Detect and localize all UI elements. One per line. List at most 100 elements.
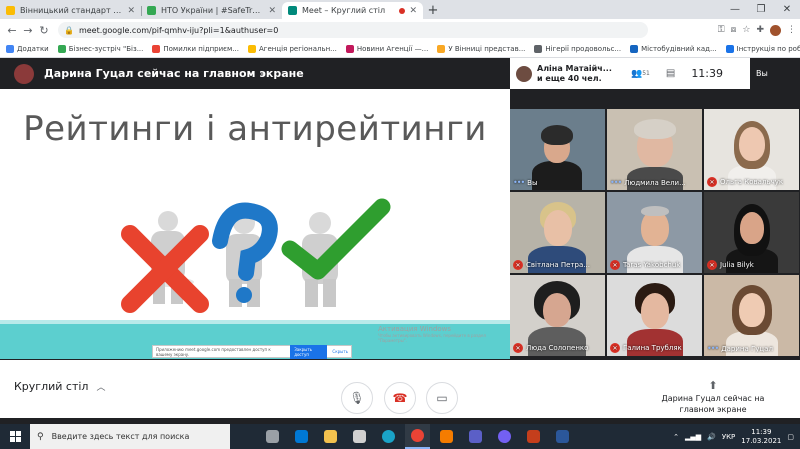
meeting-details-button[interactable]: Круглий стіл ︿ bbox=[14, 380, 105, 393]
bookmark-icon bbox=[725, 45, 734, 53]
bookmark-mistakes[interactable]: Помилки підприєм... bbox=[152, 45, 239, 53]
reload-icon[interactable]: ↻ bbox=[36, 24, 52, 37]
browser-tab-strip: Вінницький стандарт гостинності ✕ НТО Ук… bbox=[0, 0, 800, 19]
bookmark-apps[interactable]: Додатки bbox=[6, 45, 49, 53]
camera-icon: ▭ bbox=[436, 391, 448, 405]
people-button[interactable]: 👥 51 bbox=[631, 69, 650, 79]
present-now-button[interactable]: ⬆ Дарина Гуцал сейчас на главном экране bbox=[648, 380, 778, 415]
network-icon[interactable]: ▂▄▆ bbox=[685, 433, 701, 441]
bookmark-regional-agency[interactable]: Агенція регіональн... bbox=[247, 45, 337, 53]
tab-nto-ukraine[interactable]: НТО України | #SafeTravels | Ком ✕ bbox=[141, 2, 282, 19]
key-icon[interactable]: ⚿ bbox=[718, 25, 725, 35]
new-tab-button[interactable]: + bbox=[423, 2, 443, 19]
bookmark-icon bbox=[534, 45, 543, 53]
tab-meet[interactable]: Meet – Круглий стіл ✕ bbox=[282, 2, 423, 19]
clock[interactable]: 11:39 17.03.2021 bbox=[741, 428, 781, 446]
speaking-indicator-icon: ••• bbox=[610, 178, 622, 187]
hang-up-icon: ☎ bbox=[392, 391, 408, 405]
window-controls: — ❐ ✕ bbox=[722, 0, 800, 19]
people-icon: 👥 bbox=[631, 68, 643, 79]
figure-cross bbox=[121, 211, 209, 313]
star-icon[interactable]: ☆ bbox=[742, 25, 750, 35]
microphone-icon: 🎙 bbox=[349, 391, 365, 405]
menu-icon[interactable]: ⋮ bbox=[787, 25, 796, 35]
mail-icon bbox=[353, 430, 366, 443]
language-indicator[interactable]: УКР bbox=[722, 433, 735, 441]
speaking-indicator-icon: ••• bbox=[707, 344, 719, 353]
maximize-icon[interactable]: ❐ bbox=[748, 0, 774, 19]
bookmark-cadastre[interactable]: Містобудівний кад... bbox=[630, 45, 717, 53]
bookmark-nigeria[interactable]: Нігерії продовольс... bbox=[534, 45, 621, 53]
hide-notice-link[interactable]: Скрыть bbox=[332, 349, 348, 354]
tab-favicon-icon bbox=[6, 6, 15, 15]
taskbar-viber[interactable] bbox=[492, 424, 517, 449]
taskbar-explorer[interactable] bbox=[318, 424, 343, 449]
bookmark-vinnytsia[interactable]: У Вінниці представ... bbox=[437, 45, 525, 53]
start-button[interactable] bbox=[0, 424, 30, 449]
participant-tile[interactable]: ••• Людмила Вели... bbox=[607, 109, 702, 190]
chat-icon[interactable]: ▤ bbox=[666, 68, 675, 79]
action-center-icon[interactable]: ▢ bbox=[787, 433, 794, 441]
participant-tile[interactable]: ✕ Ольга Ковальчук bbox=[704, 109, 799, 190]
participant-tile[interactable]: ••• Дарина Гуцал bbox=[704, 275, 799, 356]
bookmark-instructions[interactable]: Інструкція по робо... bbox=[725, 45, 800, 53]
leave-call-button[interactable]: ☎ bbox=[384, 382, 416, 414]
screen: Вінницький стандарт гостинності ✕ НТО Ук… bbox=[0, 0, 800, 449]
self-label: Вы bbox=[756, 69, 768, 78]
taskbar-search[interactable]: ⚲ Введите здесь текст для поиска bbox=[30, 424, 230, 449]
participant-tile[interactable]: ✕ Julia Bilyk bbox=[704, 192, 799, 273]
taskbar-app-orange[interactable] bbox=[434, 424, 459, 449]
mic-off-icon: ✕ bbox=[610, 343, 620, 353]
close-window-icon[interactable]: ✕ bbox=[774, 0, 800, 19]
participant-tile[interactable]: ✕ Світлана Петра... bbox=[510, 192, 605, 273]
bookmark-agency-news[interactable]: Новини Агенції —... bbox=[345, 45, 428, 53]
volume-icon[interactable]: 🔊 bbox=[707, 433, 716, 441]
notifications-chevron-icon[interactable]: ⌃ bbox=[673, 433, 679, 441]
present-screen-icon: ⬆ bbox=[708, 379, 718, 392]
system-tray: ⌃ ▂▄▆ 🔊 УКР 11:39 17.03.2021 ▢ bbox=[673, 424, 794, 449]
tab-close-icon[interactable]: ✕ bbox=[127, 6, 135, 16]
participant-tile[interactable]: ✕ Галина Трубляк bbox=[607, 275, 702, 356]
taskbar-mail[interactable] bbox=[347, 424, 372, 449]
microphone-button[interactable]: 🎙 bbox=[341, 382, 373, 414]
tab-title: НТО України | #SafeTravels | Ком bbox=[161, 6, 264, 15]
slide-title: Рейтинги і антирейтинги bbox=[23, 109, 487, 149]
url-text: meet.google.com/pif-qmhv-iju?pli=1&authu… bbox=[78, 25, 279, 35]
taskbar-teams[interactable] bbox=[463, 424, 488, 449]
browser-toolbar: ← → ↻ 🔒 meet.google.com/pif-qmhv-iju?pli… bbox=[0, 19, 800, 41]
forward-icon[interactable]: → bbox=[20, 24, 36, 37]
stop-sharing-button[interactable]: Закрыть доступ bbox=[290, 344, 328, 359]
apps-grid-icon bbox=[6, 45, 14, 53]
taskbar-edge[interactable] bbox=[376, 424, 401, 449]
tab-hospitality-standard[interactable]: Вінницький стандарт гостинності ✕ bbox=[0, 2, 141, 19]
taskbar-chrome[interactable] bbox=[405, 424, 430, 449]
extension-icon[interactable]: ✚ bbox=[756, 25, 764, 35]
camera-button[interactable]: ▭ bbox=[426, 382, 458, 414]
taskbar-word[interactable] bbox=[550, 424, 575, 449]
meet-favicon-icon bbox=[288, 6, 297, 15]
tab-close-icon[interactable]: ✕ bbox=[409, 6, 417, 16]
tab-title: Вінницький стандарт гостинності bbox=[20, 6, 123, 15]
task-view-button[interactable] bbox=[260, 424, 285, 449]
cast-icon[interactable]: ⧈ bbox=[731, 25, 737, 35]
windows-taskbar: ⚲ Введите здесь текст для поиска ⌃ ▂▄▆ 🔊… bbox=[0, 424, 800, 449]
meeting-clock: 11:39 bbox=[691, 67, 724, 80]
bookmark-icon bbox=[437, 45, 446, 53]
bookmark-business-meeting[interactable]: Бізнес-зустріч "Біз... bbox=[57, 45, 143, 53]
participant-tile[interactable]: ✕ Люда Солопенко bbox=[510, 275, 605, 356]
taskbar-store[interactable] bbox=[289, 424, 314, 449]
mic-off-icon: ✕ bbox=[513, 260, 523, 270]
address-bar[interactable]: 🔒 meet.google.com/pif-qmhv-iju?pli=1&aut… bbox=[58, 22, 648, 38]
tab-close-icon[interactable]: ✕ bbox=[268, 6, 276, 16]
taskbar-powerpoint[interactable] bbox=[521, 424, 546, 449]
back-icon[interactable]: ← bbox=[4, 24, 20, 37]
meet-top-right: Аліна Матаійч... и еще 40 чел. 👥 51 ▤ 11:… bbox=[510, 58, 800, 89]
participant-tile[interactable]: ••• Вы bbox=[510, 109, 605, 190]
participant-grid: ••• Вы ••• Людмила Вели... ✕ Ольга Ковальчу… bbox=[510, 109, 800, 359]
mic-off-icon: ✕ bbox=[707, 260, 717, 270]
bookmark-icon bbox=[152, 45, 161, 53]
minimize-icon[interactable]: — bbox=[722, 0, 748, 19]
profile-avatar[interactable] bbox=[770, 24, 781, 36]
participant-tile[interactable]: ✕ Taras Yakobchuk bbox=[607, 192, 702, 273]
pinned-participants[interactable]: Аліна Матаійч... и еще 40 чел. bbox=[537, 64, 617, 84]
